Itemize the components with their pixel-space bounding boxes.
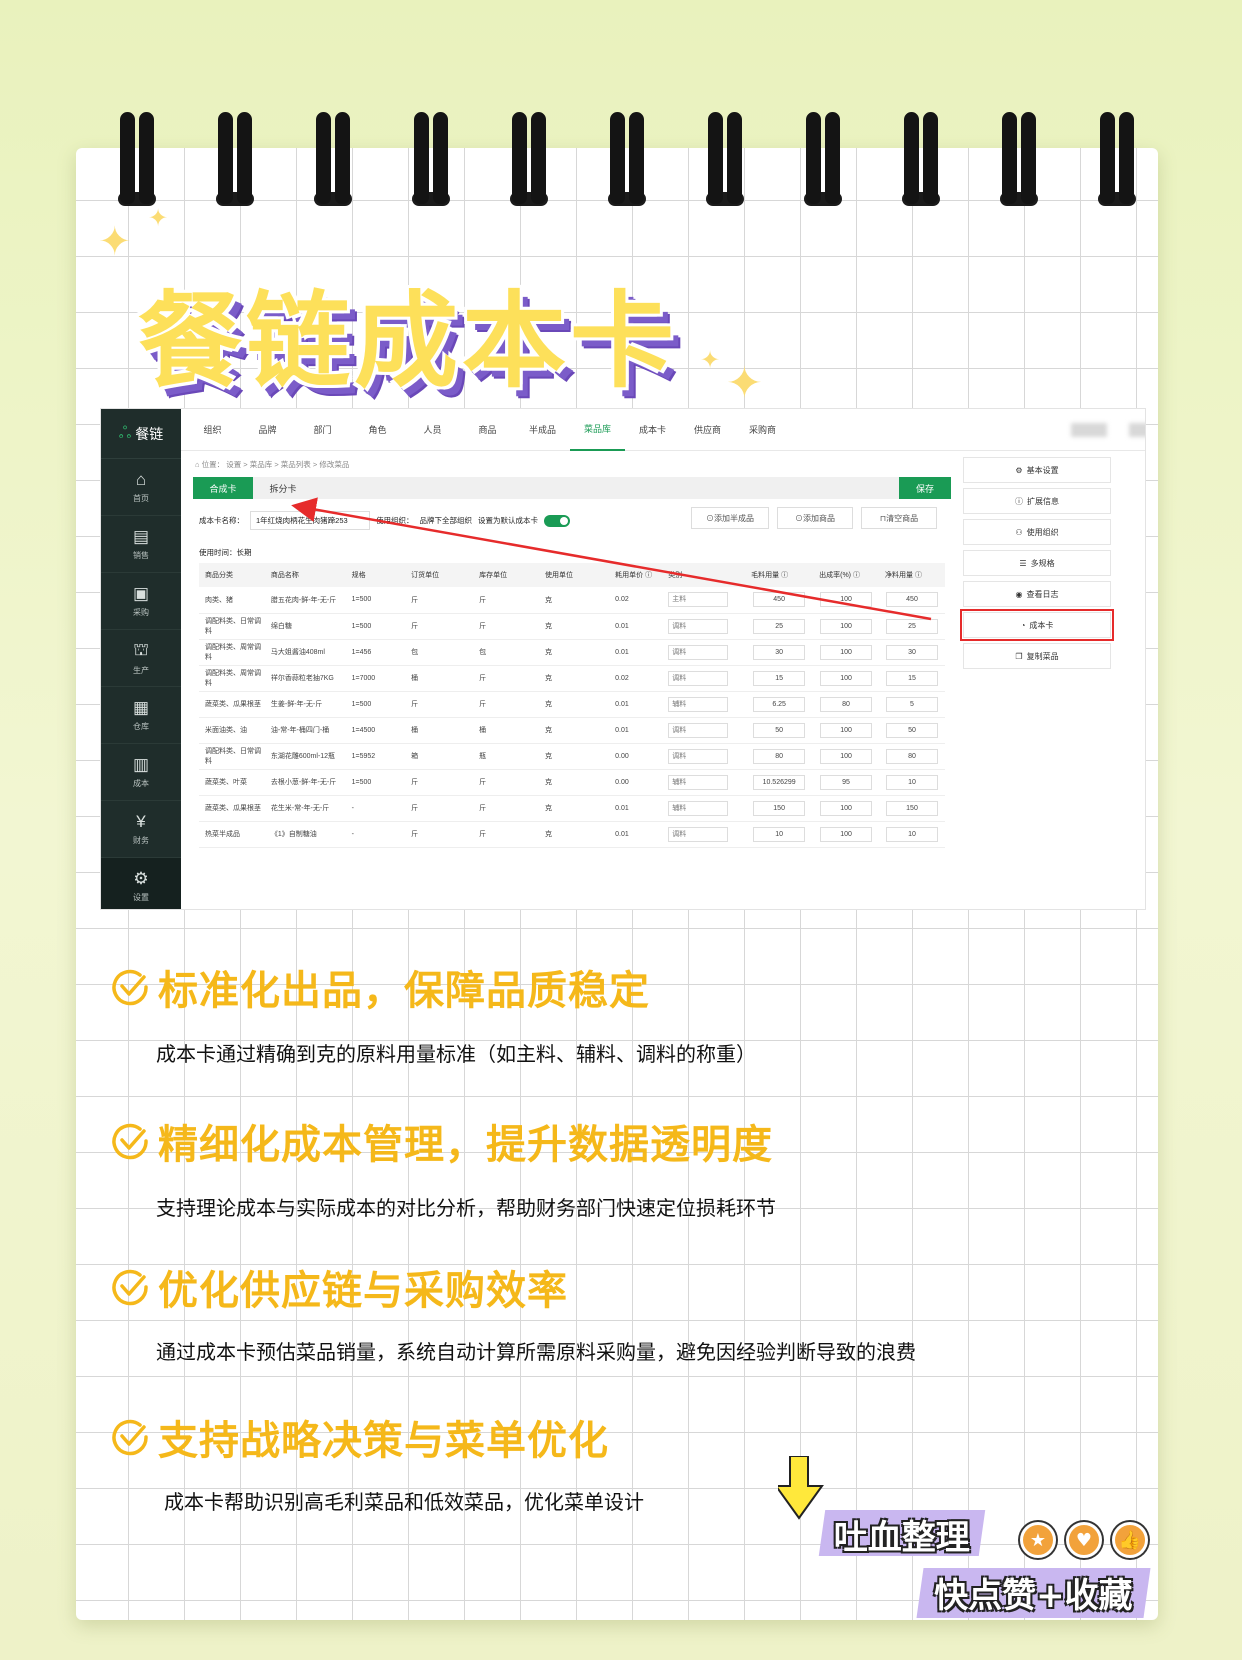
feature-section: 精细化成本管理，提升数据透明度 [110, 1112, 773, 1170]
ring-loop [218, 112, 233, 204]
binder-ring [608, 112, 646, 206]
check-circle-icon [112, 1419, 148, 1456]
check-circle-icon [112, 1123, 148, 1160]
binder-ring [804, 112, 842, 206]
sparkle-icon: ✦ [700, 346, 721, 374]
ring-loop [1002, 112, 1017, 204]
app-screenshot: ஃ 餐链 ⌂ 首页 ▤ 销售 ▣ 采购 ⛫ 生产 ▦ 仓库 ▥ 成本 ¥ 财务 ⚙ 设置 组织 品牌 部门 角色 人员商… [100, 408, 1146, 910]
feature-heading: 标准化出品，保障品质稳定 [158, 968, 650, 1014]
binder-ring [118, 112, 156, 206]
ring-loop [433, 112, 448, 204]
feature-description: 支持理论成本与实际成本的对比分析，帮助财务部门快速定位损耗环节 [156, 1196, 776, 1220]
annotation-arrow [291, 497, 932, 621]
ring-loop [708, 112, 723, 204]
feature-section: 标准化出品，保障品质稳定 [110, 958, 650, 1016]
ring-loop [1100, 112, 1115, 204]
ring-loop [316, 112, 331, 204]
feature-description: 成本卡帮助识别高毛利菜品和低效菜品，优化菜单设计 [164, 1490, 644, 1514]
binder-ring [216, 112, 254, 206]
promo-tag-like: 快点赞+收藏 [916, 1568, 1151, 1618]
promo-line2: 快点赞+收藏 [934, 1576, 1133, 1616]
ring-loop [1119, 112, 1134, 204]
feature-heading-row: 支持战略决策与菜单优化 [110, 1408, 609, 1466]
feature-heading: 优化供应链与采购效率 [158, 1268, 568, 1314]
ring-loop [610, 112, 625, 204]
sparkle-icon: ✦ [726, 358, 763, 409]
binder-ring [412, 112, 450, 206]
feature-heading-row: 标准化出品，保障品质稳定 [110, 958, 650, 1016]
ring-loop [335, 112, 350, 204]
binder-ring [510, 112, 548, 206]
sparkle-icon: ✦ [98, 219, 132, 265]
ring-loop [923, 112, 938, 204]
ring-loop [806, 112, 821, 204]
thumbs-up-icon[interactable]: 👍 [1112, 1522, 1148, 1558]
ring-loop [120, 112, 135, 204]
feature-heading: 支持战略决策与菜单优化 [158, 1418, 609, 1464]
feature-heading-row: 优化供应链与采购效率 [110, 1258, 568, 1316]
ring-loop [414, 112, 429, 204]
binder-ring [1098, 112, 1136, 206]
feature-description: 通过成本卡预估菜品销量，系统自动计算所需原料采购量，避免因经验判断导致的浪费 [156, 1340, 916, 1364]
feature-description: 成本卡通过精确到克的原料用量标准（如主料、辅料、调料的称重） [156, 1042, 756, 1066]
ring-loop [904, 112, 919, 204]
check-circle-icon [112, 1269, 148, 1306]
ring-loop [237, 112, 252, 204]
binder-ring [1000, 112, 1038, 206]
ring-loop [825, 112, 840, 204]
ring-loop [727, 112, 742, 204]
feature-heading: 精细化成本管理，提升数据透明度 [158, 1122, 773, 1168]
star-icon[interactable]: ★ [1020, 1522, 1056, 1558]
promo-tag-collected: 吐血整理 [818, 1510, 986, 1558]
ring-loop [139, 112, 154, 204]
ring-loop [531, 112, 546, 204]
ring-loop [512, 112, 527, 204]
binder-ring [706, 112, 744, 206]
feature-section: 支持战略决策与菜单优化 [110, 1408, 609, 1466]
page-title: 餐链成本卡 [138, 280, 679, 402]
check-circle-icon [112, 969, 148, 1006]
heart-icon[interactable]: ♥ [1066, 1522, 1102, 1558]
sparkle-icon: ✦ [148, 204, 169, 232]
binder-ring [902, 112, 940, 206]
feature-section: 优化供应链与采购效率 [110, 1258, 568, 1316]
ring-loop [1021, 112, 1036, 204]
ring-loop [629, 112, 644, 204]
feature-heading-row: 精细化成本管理，提升数据透明度 [110, 1112, 773, 1170]
promo-line1: 吐血整理 [833, 1518, 970, 1558]
binder-ring [314, 112, 352, 206]
